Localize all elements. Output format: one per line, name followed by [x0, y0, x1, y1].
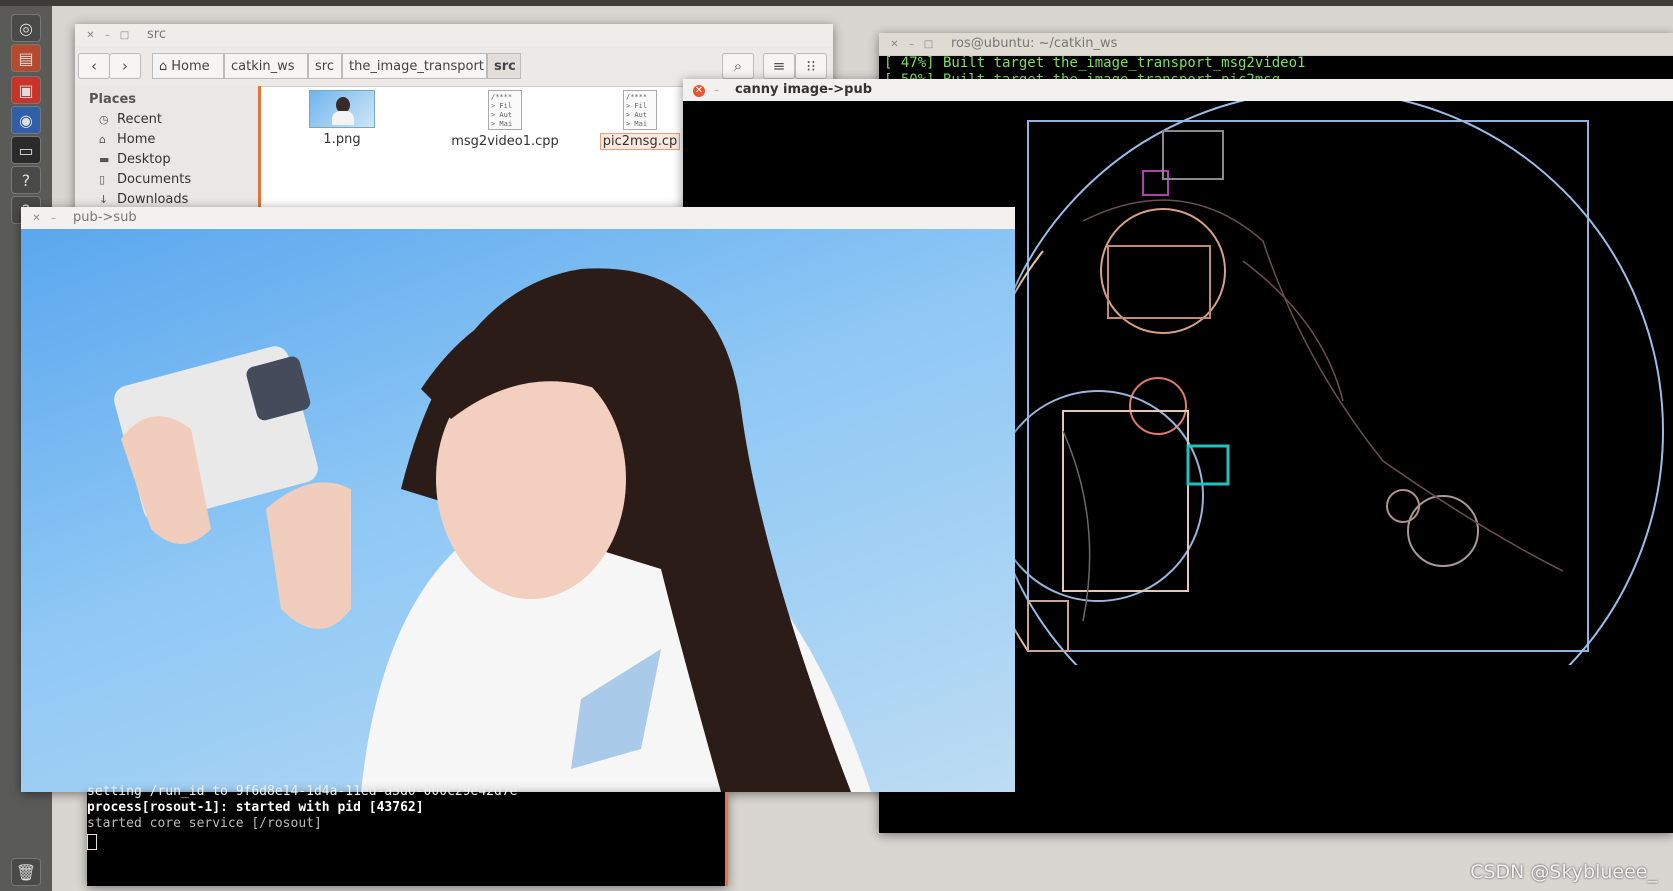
- minimize-icon[interactable]: –: [102, 30, 113, 41]
- trash-icon[interactable]: 🗑: [11, 858, 41, 886]
- terminal-titlebar[interactable]: ✕ – □ ros@ubuntu: ~/catkin_ws: [879, 33, 1673, 56]
- close-icon[interactable]: ✕: [31, 213, 42, 224]
- sidebar-item-recent[interactable]: ◷ Recent: [99, 112, 162, 127]
- grid-icon: ⁝⁝: [806, 57, 816, 75]
- list-view-button[interactable]: ≡: [763, 53, 795, 79]
- pub-sub-window: ✕ – pub->sub: [21, 207, 1015, 792]
- help-icon[interactable]: ?: [11, 166, 41, 194]
- canny-title: canny image->pub: [735, 82, 873, 97]
- camera-photo: [21, 229, 1015, 792]
- back-button[interactable]: ‹: [78, 53, 110, 79]
- watermark: CSDN @Skyblueee_: [1470, 861, 1657, 883]
- clock-icon: ◷: [99, 112, 109, 126]
- terminal-icon[interactable]: ▭: [11, 136, 41, 164]
- text-file-icon: /**** > Fil > Aut > Mai: [488, 90, 522, 130]
- breadcrumb-src-current[interactable]: src: [487, 53, 521, 79]
- maximize-icon[interactable]: □: [119, 30, 130, 41]
- sidebar-item-desktop[interactable]: ▬ Desktop: [99, 152, 171, 167]
- photo-titlebar[interactable]: ✕ – pub->sub: [21, 207, 1015, 230]
- home-icon: ⌂: [159, 58, 168, 74]
- download-icon: ↓: [99, 192, 109, 206]
- chevron-left-icon: ‹: [91, 57, 97, 75]
- terminal-cursor: [87, 834, 97, 850]
- roscore-terminal: setting /run_id to 9f6d8e14-1d4a-11ed-a5…: [87, 784, 728, 886]
- list-icon: ≡: [772, 57, 786, 75]
- file-item[interactable]: /**** > Fil > Aut > Mai pic2msg.cp: [595, 90, 685, 150]
- minimize-icon[interactable]: –: [48, 213, 59, 224]
- sidebar-item-home[interactable]: ⌂ Home: [99, 132, 155, 147]
- close-icon[interactable]: ✕: [889, 39, 900, 50]
- image-thumbnail-icon: [309, 90, 375, 128]
- minimize-icon[interactable]: –: [906, 39, 917, 50]
- chevron-right-icon: ›: [122, 57, 128, 75]
- text-file-icon: /**** > Fil > Aut > Mai: [623, 90, 657, 130]
- forward-button[interactable]: ›: [109, 53, 141, 79]
- photo-illustration: [114, 268, 871, 792]
- firefox-icon[interactable]: ◉: [11, 106, 41, 134]
- terminal-line: setting /run_id to 9f6d8e14-1d4a-11ed-a5…: [87, 784, 518, 799]
- close-icon[interactable]: ✕: [693, 85, 705, 97]
- breadcrumb-image-transport[interactable]: the_image_transport: [342, 53, 487, 79]
- terminal-title: ros@ubuntu: ~/catkin_ws: [951, 36, 1118, 51]
- places-header: Places: [89, 92, 137, 107]
- places-sidebar: Places ◷ Recent ⌂ Home ▬ Desktop ▯ Documents…: [75, 86, 261, 214]
- minimize-icon[interactable]: –: [711, 85, 722, 96]
- terminal-line: [ 47%] Built target the_image_transport_…: [884, 55, 1306, 71]
- canny-titlebar[interactable]: ✕ – canny image->pub: [683, 79, 1673, 102]
- dash-icon[interactable]: ◎: [11, 14, 41, 42]
- file-item[interactable]: 1.png: [307, 90, 377, 147]
- breadcrumb-home[interactable]: ⌂ Home: [152, 53, 224, 79]
- file-item[interactable]: /**** > Fil > Aut > Mai msg2video1.cpp: [440, 90, 570, 149]
- breadcrumb-src[interactable]: src: [308, 53, 342, 79]
- folder-icon: ▬: [99, 152, 110, 166]
- software-icon[interactable]: ▣: [11, 76, 41, 104]
- sidebar-item-downloads[interactable]: ↓ Downloads: [99, 192, 188, 207]
- photo-title: pub->sub: [73, 210, 137, 225]
- files-icon[interactable]: ▤: [11, 44, 41, 72]
- breadcrumb-catkin[interactable]: catkin_ws: [224, 53, 308, 79]
- search-icon: ⌕: [733, 57, 743, 75]
- terminal-line: process[rosout-1]: started with pid [437…: [87, 800, 424, 815]
- file-manager-title: src: [147, 27, 166, 42]
- file-manager-titlebar[interactable]: ✕ – □ src: [75, 24, 833, 47]
- document-icon: ▯: [99, 172, 106, 186]
- maximize-icon[interactable]: □: [923, 39, 934, 50]
- close-icon[interactable]: ✕: [85, 30, 96, 41]
- terminal-line: started core service [/rosout]: [87, 816, 322, 831]
- home-icon: ⌂: [99, 132, 106, 146]
- search-button[interactable]: ⌕: [722, 53, 754, 79]
- sidebar-item-documents[interactable]: ▯ Documents: [99, 172, 191, 187]
- grid-view-button[interactable]: ⁝⁝: [795, 53, 827, 79]
